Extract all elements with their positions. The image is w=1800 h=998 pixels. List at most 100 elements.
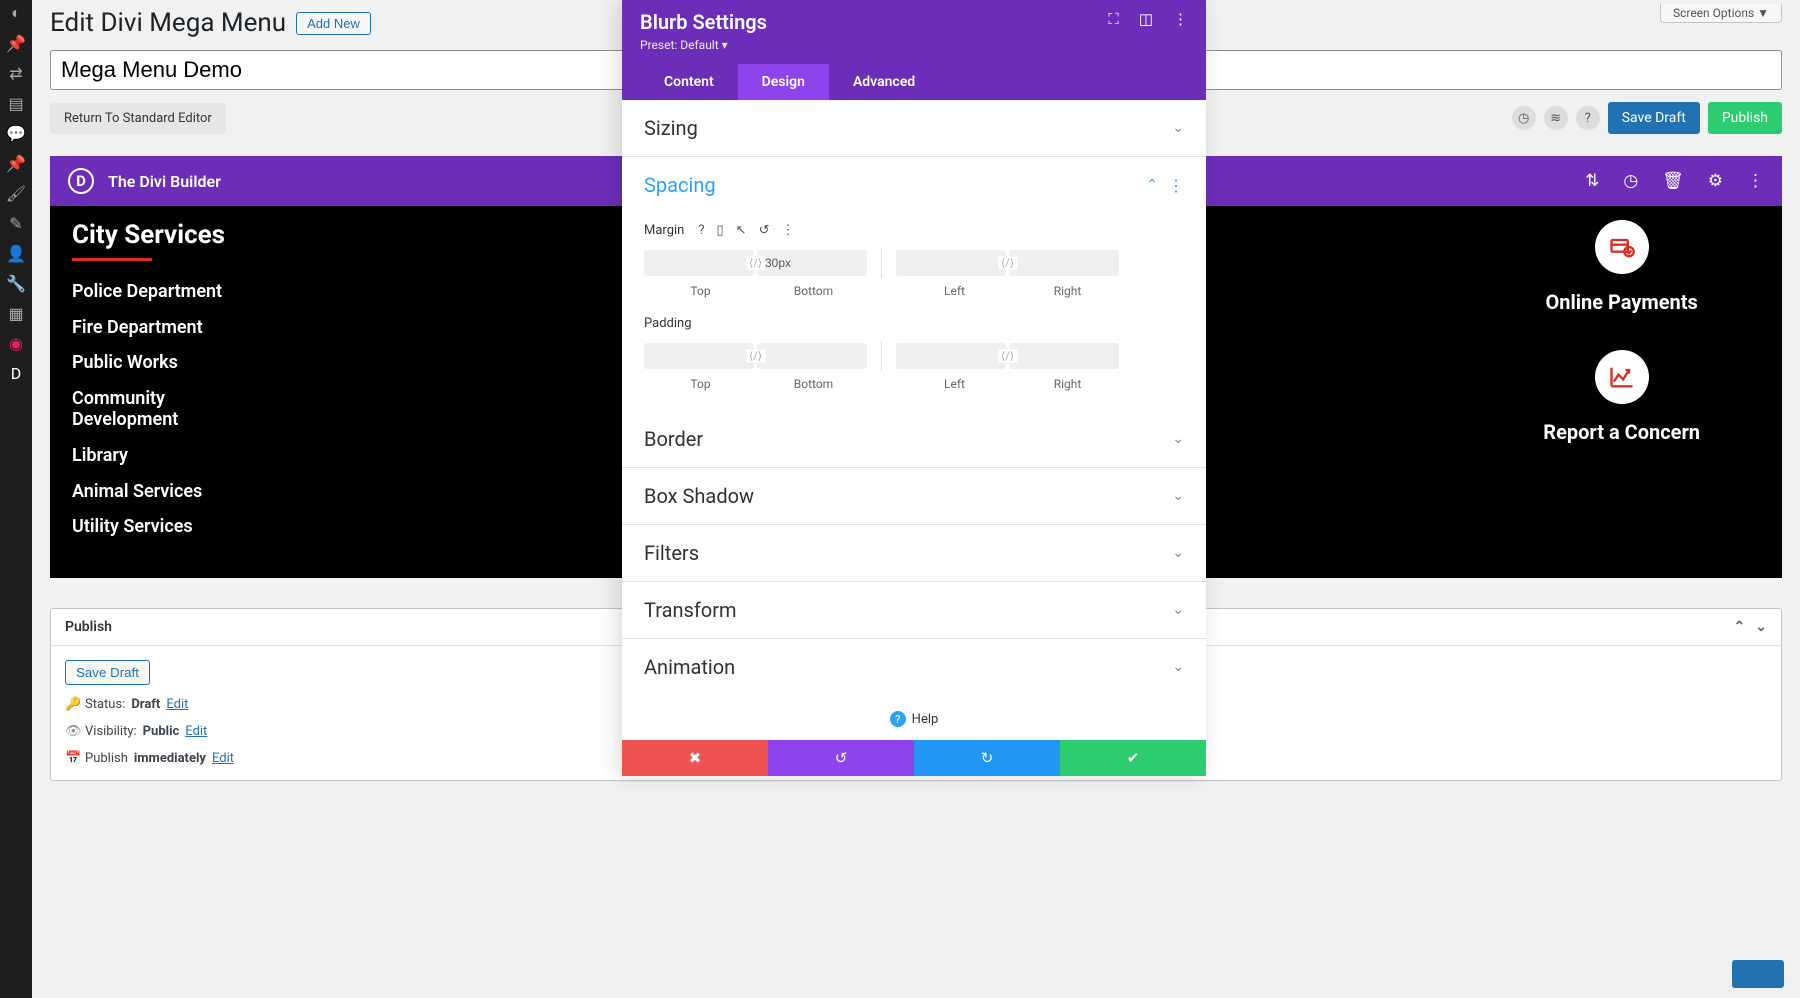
link-icon[interactable]: ⟨/⟩ [746, 257, 765, 270]
cancel-button[interactable]: ✖ [622, 740, 768, 776]
more-vertical-icon[interactable]: ⋮ [1173, 10, 1188, 28]
help-circle-icon: ? [890, 711, 906, 727]
help-link[interactable]: ?Help [622, 695, 1206, 740]
edit-visibility-link[interactable]: Edit [185, 724, 207, 739]
section-box-shadow[interactable]: Box Shadow⌄ [622, 468, 1206, 525]
section-filters[interactable]: Filters⌄ [622, 525, 1206, 582]
publish-value: immediately [134, 751, 206, 766]
report-concern-icon[interactable] [1595, 350, 1649, 404]
trash-icon[interactable]: 🗑 [1662, 171, 1684, 191]
save-draft-small-button[interactable]: Save Draft [65, 660, 150, 685]
page-title: Edit Divi Mega Menu [50, 8, 286, 38]
padding-label: Padding [644, 316, 692, 331]
margin-bottom-input[interactable] [757, 250, 867, 276]
comments-icon[interactable]: 💬 [7, 124, 25, 142]
tools-icon[interactable]: 🔧 [7, 274, 25, 292]
brush-icon[interactable]: 🖌 [7, 184, 25, 202]
divi-icon[interactable]: D [7, 364, 25, 382]
tab-advanced[interactable]: Advanced [829, 64, 939, 100]
left-label: Left [898, 377, 1011, 391]
blurb-settings-modal: Blurb Settings Preset: Default ▾ ⛶ ◫ ⋮ C… [622, 0, 1206, 776]
builder-name-label: The Divi Builder [108, 172, 221, 191]
hover-icon[interactable]: ↖ [736, 223, 747, 238]
online-payments-icon[interactable] [1595, 220, 1649, 274]
visibility-value: Public [143, 724, 180, 739]
theme-icon[interactable]: ◉ [7, 334, 25, 352]
visibility-label: Visibility: [85, 724, 137, 739]
margin-left-input[interactable] [896, 250, 1006, 276]
left-label: Left [898, 284, 1011, 298]
footer-button[interactable] [1732, 960, 1784, 988]
publish-label: Publish [85, 751, 128, 766]
key-icon: 🔑 [65, 697, 79, 712]
padding-bottom-input[interactable] [757, 343, 867, 369]
more-icon[interactable]: ⋮ [1747, 171, 1764, 191]
link-icon[interactable]: ⟨/⟩ [746, 350, 765, 363]
top-label: Top [644, 284, 757, 298]
add-new-button[interactable]: Add New [296, 12, 371, 35]
divi-logo-icon: D [68, 168, 94, 194]
arrows-icon[interactable]: ⇅ [1585, 171, 1599, 191]
redo-button[interactable]: ↻ [914, 740, 1060, 776]
circle-action-1[interactable]: ◷ [1512, 106, 1536, 130]
circle-action-2[interactable]: ≋ [1544, 106, 1568, 130]
section-transform[interactable]: Transform⌄ [622, 582, 1206, 639]
undo-button[interactable]: ↺ [768, 740, 914, 776]
edit-publish-link[interactable]: Edit [212, 751, 234, 766]
gear-icon[interactable]: ⚙ [1708, 171, 1723, 191]
circle-action-3[interactable]: ? [1576, 106, 1600, 130]
help-icon[interactable]: ? [698, 223, 704, 238]
chevron-up-icon[interactable]: ⌃ [1734, 619, 1746, 635]
margin-top-input[interactable] [644, 250, 754, 276]
users-icon[interactable]: 👤 [7, 244, 25, 262]
pin-icon[interactable]: 📌 [7, 34, 25, 52]
screen-options-toggle[interactable]: Screen Options ▼ [1660, 4, 1782, 23]
publish-button[interactable]: Publish [1708, 102, 1782, 134]
chevron-down-icon[interactable]: ⌄ [1755, 619, 1767, 635]
right-label: Right [1011, 377, 1124, 391]
section-animation[interactable]: Animation⌄ [622, 639, 1206, 695]
pin2-icon[interactable]: 📌 [7, 154, 25, 172]
link-icon[interactable]: ⟨/⟩ [998, 350, 1017, 363]
status-value: Draft [131, 697, 160, 712]
tab-design[interactable]: Design [738, 64, 829, 100]
edit-icon[interactable]: ✎ [7, 214, 25, 232]
section-border[interactable]: Border⌄ [622, 411, 1206, 468]
pages-icon[interactable]: ▤ [7, 94, 25, 112]
expand-icon[interactable]: ⛶ [1108, 10, 1119, 28]
bottom-label: Bottom [757, 284, 870, 298]
modal-title: Blurb Settings [640, 10, 767, 34]
add-icon[interactable]: ▦ [7, 304, 25, 322]
padding-left-input[interactable] [896, 343, 1006, 369]
top-label: Top [644, 377, 757, 391]
columns-icon[interactable]: ◫ [1139, 10, 1153, 28]
link-icon[interactable]: ⟨/⟩ [998, 257, 1017, 270]
padding-top-input[interactable] [644, 343, 754, 369]
padding-right-input[interactable] [1009, 343, 1119, 369]
online-payments-label[interactable]: Online Payments [1545, 290, 1697, 314]
publish-box-title: Publish [65, 619, 112, 635]
tab-content[interactable]: Content [640, 64, 738, 100]
clock-icon[interactable]: ◷ [1623, 171, 1638, 191]
modal-preset[interactable]: Preset: Default ▾ [640, 38, 767, 52]
edit-status-link[interactable]: Edit [166, 697, 188, 712]
margin-right-input[interactable] [1009, 250, 1119, 276]
return-standard-editor-button[interactable]: Return To Standard Editor [50, 103, 226, 134]
status-label: Status: [85, 697, 125, 712]
media-icon[interactable]: ⇄ [7, 64, 25, 82]
confirm-button[interactable]: ✔ [1060, 740, 1206, 776]
reset-icon[interactable]: ↺ [759, 223, 770, 238]
section-sizing[interactable]: Sizing⌄ [622, 100, 1206, 157]
mobile-icon[interactable]: ▯ [717, 223, 724, 238]
save-draft-button[interactable]: Save Draft [1608, 102, 1700, 134]
report-concern-label[interactable]: Report a Concern [1543, 420, 1700, 444]
section-spacing[interactable]: Spacing⌃ ⋮ [622, 157, 1206, 213]
list-item[interactable]: Community Development [72, 388, 212, 431]
calendar-icon: 📅 [65, 751, 79, 766]
eye-icon: 👁 [65, 724, 79, 739]
bottom-label: Bottom [757, 377, 870, 391]
dashboard-icon[interactable]: ◐ [7, 4, 25, 22]
title-underline [72, 258, 152, 261]
more-icon[interactable]: ⋮ [781, 223, 794, 238]
right-label: Right [1011, 284, 1124, 298]
